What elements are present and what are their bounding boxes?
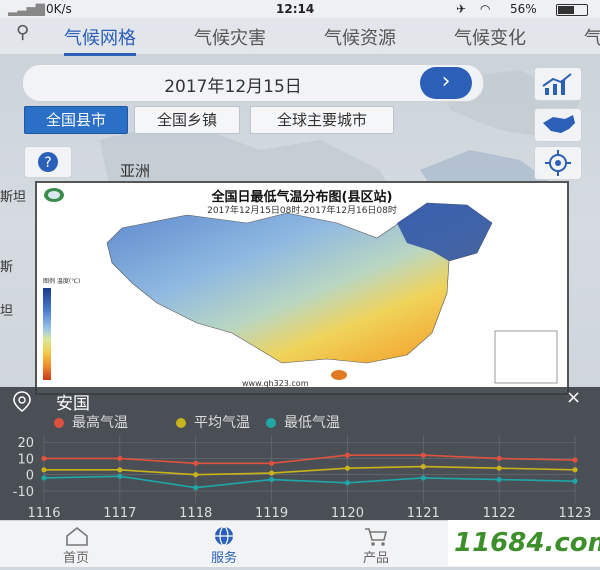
data-point [344,465,351,471]
x-tick-label: 1119 [255,506,288,520]
clock: 12:14 [276,2,315,16]
x-tick-label: 1122 [483,506,516,520]
data-point [41,467,47,473]
trend-chart-icon [542,73,572,95]
x-tick-label: 1118 [179,506,212,520]
data-point [420,475,426,481]
mute-icon: ✈ [456,2,467,16]
nav-service[interactable]: 服务 [194,547,254,566]
help-button[interactable]: ? [24,146,72,178]
china-temperature-map [43,202,558,384]
chart-button[interactable] [534,67,582,101]
y-tick-label: 10 [17,452,34,467]
date-selector[interactable]: 2017年12月15日 [22,64,484,102]
status-bar: ▂▃▅▇ 0K/s 12:14 ✈ ◠ 56% [0,0,600,18]
data-point [41,455,47,462]
series-line [44,454,576,465]
legend-title: 图例 温度(℃) [43,278,81,285]
top-tab-bar: ⚲ 气候网格 气候灾害 气候资源 气候变化 气 [0,18,600,56]
globe-icon[interactable] [211,525,237,547]
x-tick-label: 1123 [558,506,591,520]
data-point [193,460,199,466]
y-tick-label: 20 [17,436,34,451]
next-date-button[interactable]: › [420,67,472,99]
cart-icon[interactable] [363,525,389,547]
locate-icon [545,150,571,176]
data-point [344,452,351,458]
x-tick-label: 1120 [331,506,364,520]
data-point [496,465,502,471]
map-label-left2: 斯 [0,260,14,275]
network-speed: 0K/s [46,2,72,16]
home-icon[interactable] [64,525,90,547]
tab-climate-resource[interactable]: 气候资源 [324,24,396,50]
x-tick-label: 1117 [103,506,136,520]
svg-text:?: ? [44,155,51,171]
map-label-left1: 斯坦 [0,190,27,205]
search-icon[interactable]: ⚲ [16,22,29,43]
data-point [117,455,123,462]
data-point [420,452,426,458]
region-global-button[interactable]: 全球主要城市 [250,106,394,134]
chevron-right-icon: › [441,69,451,94]
data-point [572,478,578,484]
series-line [44,465,576,476]
watermark-text: 11684.com [454,528,600,558]
data-point [496,476,502,483]
wifi-icon: ◠ [480,2,491,16]
china-map-button[interactable] [534,108,582,142]
data-point [344,480,351,486]
y-tick-label: 0 [26,469,34,484]
data-point [572,467,578,473]
date-label: 2017年12月15日 [164,77,302,97]
tab-climate-change[interactable]: 气候变化 [454,24,526,50]
data-point [268,470,275,476]
nav-product[interactable]: 产品 [346,547,406,566]
region-township-button[interactable]: 全国乡镇 [134,106,240,134]
data-point [420,463,426,470]
tab-more[interactable]: 气 [584,24,600,50]
x-tick-label: 1121 [407,506,440,520]
data-point [268,460,275,466]
data-point [117,467,123,473]
battery-percent: 56% [510,2,537,16]
station-panel: 安国 × 最高气温 平均气温 最低气温 20 10 0 -10 1116 1117 1118… [0,387,600,520]
battery-icon [556,4,588,16]
data-point [193,485,199,491]
help-icon: ? [38,152,58,172]
temperature-line-chart: 2010 0-10 1116 1117 1118 1119 1120 1121 1122 1123 [13,435,592,520]
tab-climate-disaster[interactable]: 气候灾害 [194,24,266,50]
locate-button[interactable] [534,146,582,180]
data-point [572,457,578,463]
data-point [193,472,199,478]
map-label-left3: 坦 [0,304,14,319]
data-point [268,476,275,483]
temperature-map-popup[interactable]: 全国日最低气温分布图(县区站) 2017年12月15日08时-2017年12月1… [35,181,569,395]
data-point [496,455,502,462]
region-county-button[interactable]: 全国县市 [24,106,128,134]
data-point [117,473,123,479]
china-map-icon [543,115,575,133]
tab-climate-grid[interactable]: 气候网格 [64,24,136,56]
y-tick-label: -10 [13,485,34,500]
signal-icon: ▂▃▅▇ [8,2,45,16]
map-label-asia: 亚洲 [120,162,151,180]
watermark: 11684.com [448,520,600,566]
series-line [43,475,576,489]
x-tick-label: 1116 [27,506,60,520]
data-point [41,475,47,481]
nav-home[interactable]: 首页 [46,547,106,566]
